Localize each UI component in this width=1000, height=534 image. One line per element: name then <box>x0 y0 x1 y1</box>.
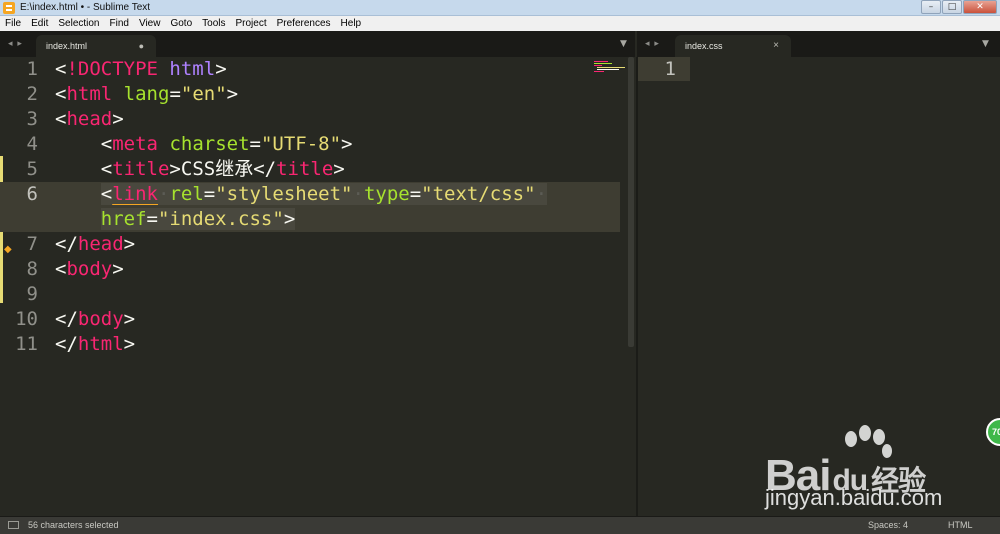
line-number: 8 <box>26 258 38 280</box>
vertical-scrollbar[interactable] <box>628 57 634 347</box>
maximize-button[interactable]: □ <box>942 0 962 14</box>
code-line-wrapped: href="index.css"> <box>0 207 620 232</box>
tab-label: index.css <box>685 41 723 51</box>
menu-project[interactable]: Project <box>231 16 272 31</box>
left-tab-bar: ◂ ▸ index.html ● ▼ <box>0 31 635 57</box>
tab-close-icon[interactable]: × <box>773 40 779 51</box>
tab-list-dropdown-icon[interactable]: ▼ <box>620 39 627 49</box>
code-line: 3 <head> <box>0 107 620 132</box>
tab-list-dropdown-icon[interactable]: ▼ <box>982 39 989 49</box>
menu-find[interactable]: Find <box>105 16 134 31</box>
modified-indicator-icon[interactable]: ● <box>139 41 144 51</box>
code-line: 9 <box>0 282 620 307</box>
code-line: 2 <html lang="en"> <box>0 82 620 107</box>
code-line: 4 <meta charset="UTF-8"> <box>0 132 620 157</box>
line-number: 6 <box>26 183 38 205</box>
menu-help[interactable]: Help <box>336 16 367 31</box>
code-line: 7 </head> <box>0 232 620 257</box>
tab-label: index.html <box>46 41 88 51</box>
right-tab-bar: ◂ ▸ index.css × ▼ <box>637 31 1000 57</box>
menu-edit[interactable]: Edit <box>26 16 53 31</box>
code-line: 11 </html> <box>0 332 620 357</box>
tab-index-html[interactable]: index.html ● <box>36 35 156 57</box>
tab-nav-arrows-left[interactable]: ◂ ▸ <box>8 39 23 49</box>
indentation-status[interactable]: Spaces: 4 <box>868 520 908 530</box>
tab-nav-arrows-right[interactable]: ◂ ▸ <box>645 39 660 49</box>
menu-selection[interactable]: Selection <box>53 16 104 31</box>
menu-tools[interactable]: Tools <box>197 16 230 31</box>
code-line-current: 6 <link·rel="stylesheet"·type="text/css"… <box>0 182 620 207</box>
close-window-button[interactable]: ✕ <box>963 0 997 14</box>
line-number: 5 <box>26 158 38 180</box>
code-line: 1 <!DOCTYPE html> <box>0 57 620 82</box>
tab-index-css[interactable]: index.css × <box>675 35 791 57</box>
status-bar: 56 characters selected Spaces: 4 HTML <box>0 516 1000 534</box>
sublime-window: E:\index.html • - Sublime Text – □ ✕ Fil… <box>0 0 1000 534</box>
sublime-app-icon <box>3 1 15 14</box>
line-number: 11 <box>15 333 38 355</box>
baidu-jingyan-watermark: Baidu 经验 jingyan.baidu.com <box>765 425 955 515</box>
code-line: 5 <title>CSS继承</title> <box>0 157 620 182</box>
line-number: 1 <box>664 58 676 80</box>
minimize-button[interactable]: – <box>921 0 941 14</box>
line-number: 3 <box>26 108 38 130</box>
line-number: 2 <box>26 83 38 105</box>
link-tag-token: link <box>112 183 158 205</box>
menu-view[interactable]: View <box>134 16 166 31</box>
window-controls: – □ ✕ <box>920 0 997 15</box>
line-number: 1 <box>26 58 38 80</box>
line-number: 7 <box>26 233 38 255</box>
line-number: 10 <box>15 308 38 330</box>
menu-file[interactable]: File <box>0 16 26 31</box>
menu-goto[interactable]: Goto <box>165 16 197 31</box>
editor-pane-left[interactable]: ◆ 1 <!DOCTYPE html> 2 <html lang="en"> 3… <box>0 57 636 516</box>
code-line: 10 </body> <box>0 307 620 332</box>
line-number: 4 <box>26 133 38 155</box>
syntax-status[interactable]: HTML <box>948 520 973 530</box>
minimap[interactable] <box>592 60 626 74</box>
selection-status: 56 characters selected <box>28 520 119 530</box>
panel-toggle-icon[interactable] <box>8 521 19 529</box>
line-number: 9 <box>26 283 38 305</box>
menu-preferences[interactable]: Preferences <box>272 16 336 31</box>
title-bar: E:\index.html • - Sublime Text – □ ✕ <box>0 0 1000 16</box>
menu-bar: File Edit Selection Find View Goto Tools… <box>0 16 1000 31</box>
code-line: 8 <body> <box>0 257 620 282</box>
watermark-url: jingyan.baidu.com <box>765 485 943 510</box>
window-title: E:\index.html • - Sublime Text <box>20 2 151 13</box>
